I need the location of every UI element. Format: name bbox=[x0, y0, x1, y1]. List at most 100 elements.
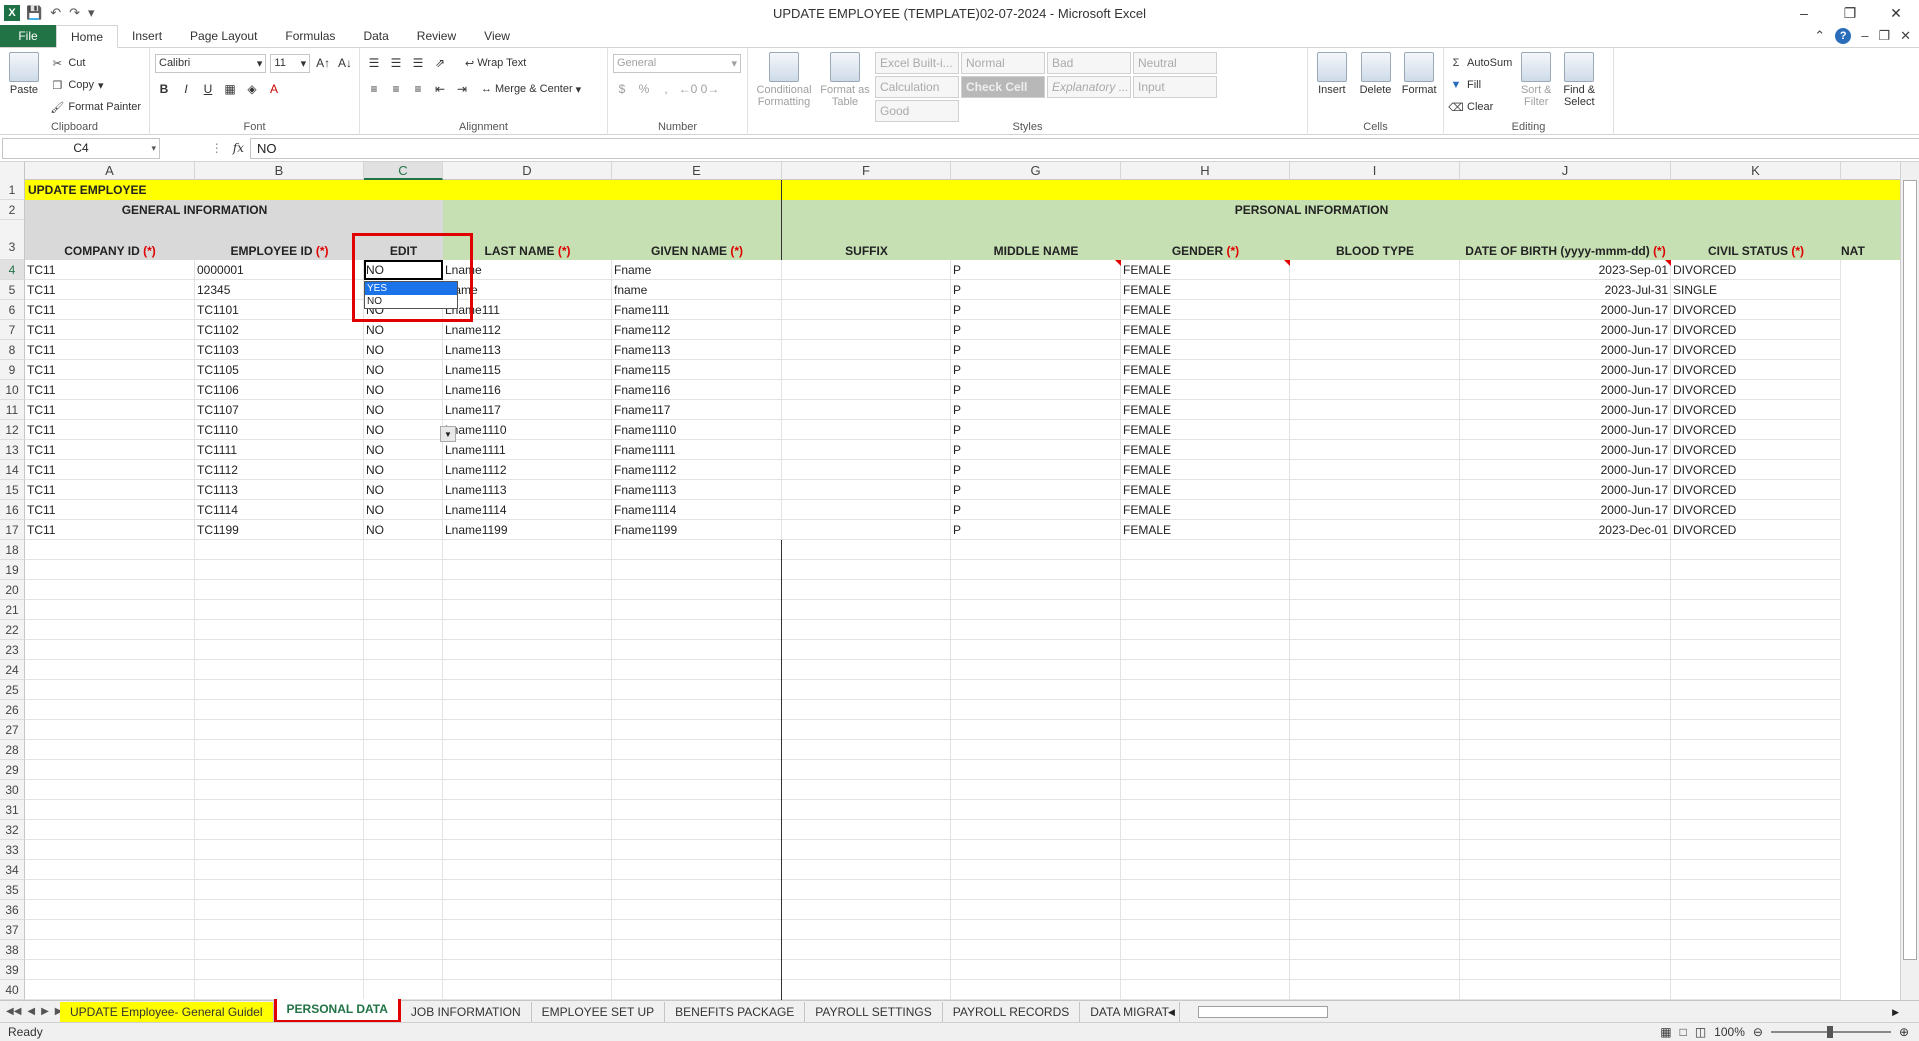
empty-cell[interactable] bbox=[951, 880, 1121, 900]
empty-cell[interactable] bbox=[1460, 600, 1671, 620]
empty-cell[interactable] bbox=[364, 820, 443, 840]
empty-cell[interactable] bbox=[951, 600, 1121, 620]
cell-i4[interactable] bbox=[1290, 260, 1460, 280]
comma-button[interactable]: , bbox=[657, 80, 675, 98]
row-header-15[interactable]: 15 bbox=[0, 480, 25, 500]
row-header-3[interactable]: 3 bbox=[0, 220, 25, 260]
empty-cell[interactable] bbox=[782, 540, 951, 560]
empty-cell[interactable] bbox=[364, 900, 443, 920]
cell-g10[interactable]: P bbox=[951, 380, 1121, 400]
empty-cell[interactable] bbox=[1290, 560, 1460, 580]
empty-cell[interactable] bbox=[612, 640, 782, 660]
sheet-tab-personal-data[interactable]: PERSONAL DATA bbox=[273, 998, 401, 1023]
empty-cell[interactable] bbox=[364, 700, 443, 720]
empty-cell[interactable] bbox=[1671, 680, 1841, 700]
cell-k15[interactable]: DIVORCED bbox=[1671, 480, 1841, 500]
empty-cell[interactable] bbox=[782, 620, 951, 640]
formula-input[interactable]: NO bbox=[250, 137, 1919, 159]
empty-cell[interactable] bbox=[25, 540, 195, 560]
empty-cell[interactable] bbox=[25, 560, 195, 580]
align-middle-icon[interactable]: ☰ bbox=[387, 54, 405, 72]
empty-cell[interactable] bbox=[951, 920, 1121, 940]
empty-cell[interactable] bbox=[25, 900, 195, 920]
cell-g15[interactable]: P bbox=[951, 480, 1121, 500]
increase-decimal-icon[interactable]: ←0 bbox=[679, 80, 698, 98]
comment-indicator-icon[interactable] bbox=[1284, 260, 1290, 266]
empty-cell[interactable] bbox=[1290, 760, 1460, 780]
empty-cell[interactable] bbox=[1121, 760, 1290, 780]
format-painter-button[interactable]: 🖌 Format Painter bbox=[50, 96, 141, 118]
cell-c10[interactable]: NO bbox=[364, 380, 443, 400]
empty-cell[interactable] bbox=[1121, 660, 1290, 680]
empty-cell[interactable] bbox=[1290, 680, 1460, 700]
cell-f13[interactable] bbox=[782, 440, 951, 460]
empty-cell[interactable] bbox=[1460, 940, 1671, 960]
number-format-combo[interactable]: General ▾ bbox=[613, 53, 741, 73]
empty-cell[interactable] bbox=[1290, 640, 1460, 660]
orientation-icon[interactable]: ⇗ bbox=[431, 54, 449, 72]
empty-cell[interactable] bbox=[364, 960, 443, 980]
empty-cell[interactable] bbox=[1290, 620, 1460, 640]
empty-cell[interactable] bbox=[1671, 940, 1841, 960]
row-header-38[interactable]: 38 bbox=[0, 940, 25, 960]
cell-e13[interactable]: Fname1111 bbox=[612, 440, 782, 460]
cell-b11[interactable]: TC1107 bbox=[195, 400, 364, 420]
empty-cell[interactable] bbox=[1290, 600, 1460, 620]
cell-k4[interactable]: DIVORCED bbox=[1671, 260, 1841, 280]
cell-c14[interactable]: NO bbox=[364, 460, 443, 480]
empty-cell[interactable] bbox=[612, 940, 782, 960]
empty-cell[interactable] bbox=[1290, 800, 1460, 820]
scroll-right-icon[interactable]: ▶ bbox=[1892, 1007, 1899, 1018]
cell-b8[interactable]: TC1103 bbox=[195, 340, 364, 360]
fill-color-icon[interactable]: ◈ bbox=[243, 80, 261, 98]
column-header-g[interactable]: G bbox=[951, 162, 1121, 180]
row-header-4[interactable]: 4 bbox=[0, 260, 25, 280]
cell-b10[interactable]: TC1106 bbox=[195, 380, 364, 400]
column-header-k[interactable]: K bbox=[1671, 162, 1841, 180]
row-header-13[interactable]: 13 bbox=[0, 440, 25, 460]
decrease-indent-icon[interactable]: ⇤ bbox=[431, 80, 449, 98]
cell-b5[interactable]: 12345 bbox=[195, 280, 364, 300]
cell-g13[interactable]: P bbox=[951, 440, 1121, 460]
cell-b13[interactable]: TC1111 bbox=[195, 440, 364, 460]
empty-cell[interactable] bbox=[1121, 680, 1290, 700]
align-center-icon[interactable]: ≡ bbox=[387, 80, 405, 98]
restore-icon[interactable]: ❐ bbox=[1827, 0, 1873, 26]
cell-k8[interactable]: DIVORCED bbox=[1671, 340, 1841, 360]
font-size-combo[interactable]: 11 ▾ bbox=[270, 53, 311, 73]
empty-cell[interactable] bbox=[1121, 800, 1290, 820]
active-cell-c4[interactable]: NO bbox=[364, 260, 443, 280]
empty-cell[interactable] bbox=[612, 620, 782, 640]
empty-cell[interactable] bbox=[951, 900, 1121, 920]
align-right-icon[interactable]: ≡ bbox=[409, 80, 427, 98]
cell-j5[interactable]: 2023-Jul-31 bbox=[1460, 280, 1671, 300]
empty-cell[interactable] bbox=[443, 940, 612, 960]
empty-cell[interactable] bbox=[782, 780, 951, 800]
dropdown-option-no[interactable]: NO bbox=[365, 295, 457, 308]
empty-cell[interactable] bbox=[1121, 740, 1290, 760]
cell-j10[interactable]: 2000-Jun-17 bbox=[1460, 380, 1671, 400]
cell-h5[interactable]: FEMALE bbox=[1121, 280, 1290, 300]
empty-cell[interactable] bbox=[195, 860, 364, 880]
cell-k12[interactable]: DIVORCED bbox=[1671, 420, 1841, 440]
empty-cell[interactable] bbox=[364, 760, 443, 780]
zoom-slider[interactable] bbox=[1770, 1026, 1891, 1038]
comment-indicator-icon[interactable] bbox=[1665, 260, 1671, 266]
cell-e9[interactable]: Fname115 bbox=[612, 360, 782, 380]
row-header-11[interactable]: 11 bbox=[0, 400, 25, 420]
cell-d7[interactable]: Lname112 bbox=[443, 320, 612, 340]
redo-icon[interactable]: ↷ bbox=[69, 5, 80, 21]
empty-cell[interactable] bbox=[25, 660, 195, 680]
empty-cell[interactable] bbox=[443, 980, 612, 1000]
cell-a12[interactable]: TC11 bbox=[25, 420, 195, 440]
cell-g11[interactable]: P bbox=[951, 400, 1121, 420]
dropdown-arrow-button[interactable]: ▼ bbox=[440, 426, 456, 442]
cell-f5[interactable] bbox=[782, 280, 951, 300]
empty-cell[interactable] bbox=[443, 620, 612, 640]
empty-cell[interactable] bbox=[1121, 880, 1290, 900]
save-icon[interactable]: 💾 bbox=[26, 5, 42, 21]
empty-cell[interactable] bbox=[1290, 960, 1460, 980]
cell-f17[interactable] bbox=[782, 520, 951, 540]
empty-cell[interactable] bbox=[612, 760, 782, 780]
cell-h17[interactable]: FEMALE bbox=[1121, 520, 1290, 540]
